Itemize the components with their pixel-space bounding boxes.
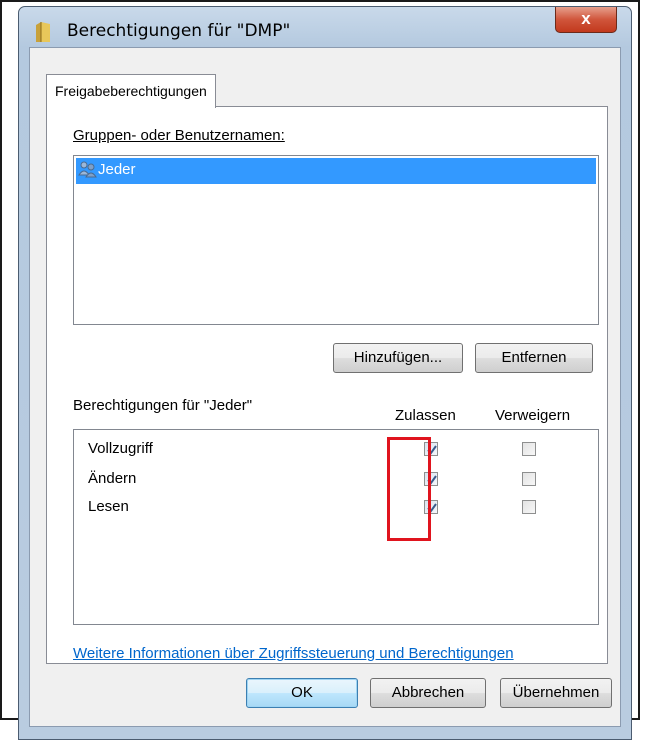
permissions-list: Vollzugriff Ändern Lesen	[73, 429, 599, 625]
permission-read: Lesen	[88, 498, 129, 515]
cancel-button-label: Abbrechen	[391, 684, 465, 701]
list-item-label: Jeder	[98, 161, 136, 178]
folder-icon	[35, 21, 51, 43]
tab-label: Freigabeberechtigungen	[55, 83, 207, 99]
permission-full-control: Vollzugriff	[88, 440, 153, 457]
permissions-label: Berechtigungen für "Jeder"	[73, 397, 253, 414]
allow-column-header: Zulassen	[395, 407, 456, 424]
ok-button[interactable]: OK	[246, 678, 358, 708]
cancel-button[interactable]: Abbrechen	[370, 678, 486, 708]
list-item-jeder[interactable]: Jeder	[76, 158, 596, 184]
remove-button-label: Entfernen	[501, 349, 567, 366]
deny-read-checkbox[interactable]	[522, 500, 536, 514]
deny-full-control-checkbox[interactable]	[522, 442, 536, 456]
ok-button-label: OK	[291, 684, 313, 701]
apply-button-label: Übernehmen	[512, 684, 600, 701]
permissions-dialog: Berechtigungen für "DMP" x Freigabeberec…	[18, 6, 632, 740]
permission-change: Ändern	[88, 470, 137, 487]
users-icon	[78, 160, 98, 180]
add-button-label: Hinzufügen...	[353, 349, 443, 366]
info-link[interactable]: Weitere Informationen über Zugriffssteue…	[73, 645, 514, 662]
tab-share-permissions[interactable]: Freigabeberechtigungen	[46, 74, 216, 108]
close-button[interactable]: x	[555, 7, 617, 33]
window-title: Berechtigungen für "DMP"	[67, 21, 291, 41]
remove-button[interactable]: Entfernen	[475, 343, 593, 373]
red-highlight-box	[387, 437, 431, 541]
tab-panel: Gruppen- oder Benutzernamen: Jeder Hinzu…	[46, 106, 608, 664]
groups-listbox[interactable]: Jeder	[73, 155, 599, 325]
dialog-client-area: Freigabeberechtigungen Gruppen- oder Ben…	[29, 47, 621, 727]
close-icon: x	[581, 9, 591, 28]
deny-change-checkbox[interactable]	[522, 472, 536, 486]
deny-column-header: Verweigern	[495, 407, 571, 424]
apply-button[interactable]: Übernehmen	[500, 678, 612, 708]
add-button[interactable]: Hinzufügen...	[333, 343, 463, 373]
groups-label: Gruppen- oder Benutzernamen:	[73, 127, 285, 144]
